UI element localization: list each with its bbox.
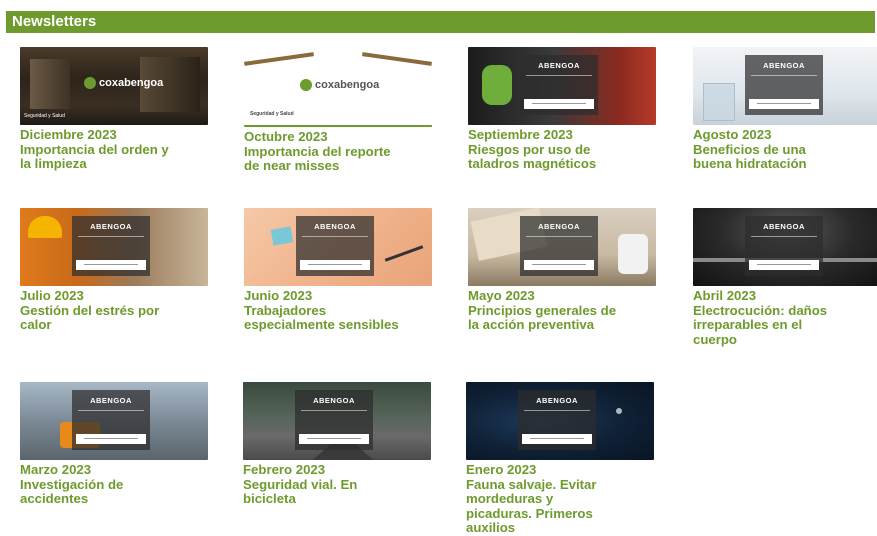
newsletter-card-may-2023[interactable]: ABENGOA Mayo 2023 Principios generales d… [468,208,658,333]
newsletter-topic: buena hidratación [693,156,807,171]
newsletter-topic: Electrocución: daños [693,302,828,318]
newsletter-thumbnail[interactable]: ABENGOA [244,208,432,286]
newsletter-card-apr-2023[interactable]: ABENGOA Abril 2023 Electrocución: daños … [693,208,877,347]
abengoa-overlay: ABENGOA [745,216,823,276]
newsletter-month: Julio 2023 [20,288,84,303]
abengoa-overlay: ABENGOA [72,216,150,276]
newsletter-card-mar-2023[interactable]: ABENGOA Marzo 2023 Investigación de acci… [20,382,210,507]
newsletter-card-sep-2023[interactable]: ABENGOA Septiembre 2023 Riesgos por uso … [468,47,658,172]
newsletter-topic: mordeduras y [466,491,554,506]
newsletter-thumbnail[interactable]: ABENGOA [693,208,877,286]
abengoa-overlay: ABENGOA [520,55,598,115]
newsletter-topic: taladros magnéticos [468,156,597,171]
newsletter-month: Marzo 2023 [20,462,92,477]
newsletter-topic: irreparables en el [693,317,803,332]
abengoa-overlay: ABENGOA [72,390,150,450]
newsletter-topic: Importancia del orden y [20,141,169,157]
newsletter-thumbnail[interactable]: coxabengoa Seguridad y Salud [244,47,432,127]
newsletter-topic: auxilios [466,520,516,535]
newsletter-topic: la acción preventiva [468,317,595,332]
newsletter-thumbnail[interactable]: coxabengoa Seguridad y Salud [20,47,208,125]
newsletter-card-dec-2023[interactable]: coxabengoa Seguridad y Salud Diciembre 2… [20,47,210,172]
newsletter-topic: accidentes [20,491,89,506]
newsletter-card-oct-2023[interactable]: coxabengoa Seguridad y Salud Octubre 202… [244,47,434,174]
newsletter-card-aug-2023[interactable]: ABENGOA Agosto 2023 Beneficios de una bu… [693,47,877,172]
cox-logo-icon: coxabengoa [84,77,163,90]
newsletter-card-jan-2023[interactable]: ABENGOA Enero 2023 Fauna salvaje. Evitar… [466,382,656,536]
abengoa-overlay: ABENGOA [520,216,598,276]
abengoa-overlay: ABENGOA [745,55,823,115]
cox-logo-icon: coxabengoa [300,79,379,92]
newsletter-topic: Importancia del reporte [244,143,391,159]
newsletter-topic: Fauna salvaje. Evitar [466,476,597,492]
newsletter-topic: bicicleta [243,491,296,506]
newsletter-card-feb-2023[interactable]: ABENGOA Febrero 2023 Seguridad vial. En … [243,382,433,507]
newsletter-month: Febrero 2023 [243,462,326,477]
newsletter-thumbnail[interactable]: ABENGOA [466,382,654,460]
newsletter-topic: Trabajadores [244,302,327,318]
newsletter-card-jul-2023[interactable]: ABENGOA Julio 2023 Gestión del estrés po… [20,208,210,333]
newsletter-topic: calor [20,317,52,332]
newsletter-thumbnail[interactable]: ABENGOA [20,382,208,460]
newsletter-topic: de near misses [244,158,340,173]
newsletter-month: Septiembre 2023 [468,127,573,142]
newsletter-topic: Investigación de [20,476,124,492]
newsletter-month: Enero 2023 [466,462,537,477]
section-title: Newsletters [12,13,97,30]
newsletter-month: Diciembre 2023 [20,127,117,142]
newsletter-month: Abril 2023 [693,288,757,303]
newsletter-topic: especialmente sensibles [244,317,399,332]
newsletter-thumbnail[interactable]: ABENGOA [468,208,656,286]
newsletter-thumbnail[interactable]: ABENGOA [693,47,877,125]
abengoa-overlay: ABENGOA [296,216,374,276]
newsletter-topic: picaduras. Primeros [466,505,593,521]
abengoa-overlay: ABENGOA [295,390,373,450]
abengoa-overlay: ABENGOA [518,390,596,450]
newsletter-thumbnail[interactable]: ABENGOA [243,382,431,460]
newsletter-topic: Gestión del estrés por [20,302,160,318]
newsletter-thumbnail[interactable]: ABENGOA [20,208,208,286]
newsletter-thumbnail[interactable]: ABENGOA [468,47,656,125]
newsletter-month: Octubre 2023 [244,129,328,144]
newsletter-topic: Beneficios de una [693,141,806,157]
newsletter-topic: Seguridad vial. En [243,476,358,492]
newsletter-card-jun-2023[interactable]: ABENGOA Junio 2023 Trabajadores especial… [244,208,434,333]
newsletters-header: Newsletters [6,11,875,33]
newsletter-topic: la limpieza [20,156,87,171]
newsletter-topic: Riesgos por uso de [468,141,591,157]
newsletter-topic: cuerpo [693,331,737,347]
newsletter-month: Agosto 2023 [693,127,772,142]
newsletter-month: Mayo 2023 [468,288,535,303]
newsletter-topic: Principios generales de [468,302,617,318]
newsletter-month: Junio 2023 [244,288,313,303]
